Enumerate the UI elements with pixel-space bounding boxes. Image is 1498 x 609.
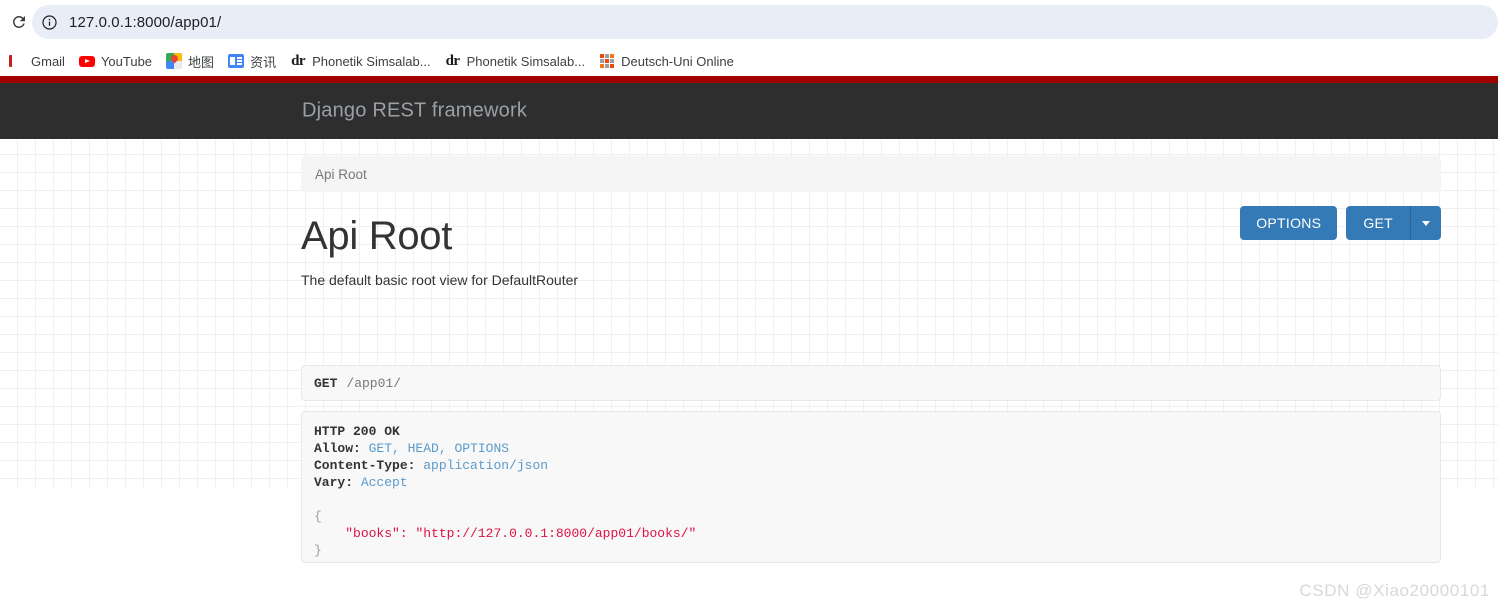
accent-stripe bbox=[0, 76, 1498, 83]
address-bar[interactable]: 127.0.0.1:8000/app01/ bbox=[32, 5, 1498, 39]
json-close-brace: } bbox=[314, 543, 322, 558]
dr-icon: dr bbox=[291, 52, 306, 69]
bookmark-maps[interactable]: 地图 bbox=[159, 49, 221, 73]
navbar-brand[interactable]: Django REST framework bbox=[302, 100, 527, 123]
bookmark-label: YouTube bbox=[100, 53, 153, 69]
grid-squares-icon bbox=[599, 53, 615, 69]
request-path: /app01/ bbox=[346, 375, 402, 391]
bookmark-phonetik-simsalab-2[interactable]: dr Phonetik Simsalab... bbox=[438, 49, 593, 73]
bookmark-label: 资讯 bbox=[250, 54, 277, 70]
request-method: GET bbox=[314, 375, 338, 391]
bookmark-gmail[interactable]: Gmail bbox=[2, 49, 72, 73]
response-header-value: Accept bbox=[360, 475, 408, 490]
reload-icon bbox=[12, 15, 25, 28]
json-key-books: "books": bbox=[345, 526, 408, 541]
dr-icon: dr bbox=[445, 52, 461, 69]
watermark: CSDN @Xiao20000101 bbox=[1299, 581, 1490, 600]
site-navbar: Django REST framework bbox=[0, 83, 1498, 139]
page-viewport: Django REST framework Api Root OPTIONS G… bbox=[0, 76, 1498, 609]
bookmark-news[interactable]: 资讯 bbox=[221, 49, 283, 73]
page-description: The default basic root view for DefaultR… bbox=[301, 272, 579, 288]
info-circle-icon bbox=[41, 14, 57, 30]
json-value-books-url[interactable]: "http://127.0.0.1:8000/app01/books/" bbox=[415, 526, 696, 541]
response-header-value: GET, HEAD, OPTIONS bbox=[368, 441, 510, 456]
bookmark-label: 地图 bbox=[188, 54, 215, 70]
google-maps-icon bbox=[166, 53, 183, 69]
breadcrumb-item-api-root[interactable]: Api Root bbox=[315, 167, 367, 182]
response-header-name: Vary: bbox=[314, 475, 354, 490]
site-info-button[interactable] bbox=[34, 7, 64, 37]
bookmark-label: Deutsch-Uni Online bbox=[621, 53, 734, 69]
json-open-brace: { bbox=[314, 509, 322, 524]
bookmark-phonetik-simsalab-1[interactable]: dr Phonetik Simsalab... bbox=[283, 49, 438, 73]
response-header-value: application/json bbox=[423, 458, 549, 473]
youtube-icon bbox=[78, 53, 95, 69]
page-header: Api Root bbox=[301, 216, 1441, 266]
bookmark-label: Phonetik Simsalab... bbox=[466, 53, 586, 69]
url-text[interactable]: 127.0.0.1:8000/app01/ bbox=[69, 14, 221, 31]
bookmark-youtube[interactable]: YouTube bbox=[72, 49, 159, 73]
browser-chrome: 127.0.0.1:8000/app01/ Gmail YouTube 地图 资… bbox=[0, 0, 1498, 76]
reload-button[interactable] bbox=[4, 7, 34, 37]
content-container: Api Root OPTIONS GET Api Root The defaul… bbox=[0, 139, 1498, 609]
google-news-icon bbox=[228, 53, 245, 69]
browser-toolbar: 127.0.0.1:8000/app01/ bbox=[0, 0, 1498, 44]
bookmarks-bar: Gmail YouTube 地图 资讯 dr Phonetik Simsalab… bbox=[0, 46, 1498, 76]
response-header-name: Content-Type: bbox=[314, 458, 416, 473]
response-status-line: HTTP 200 OK bbox=[314, 424, 400, 439]
gmail-icon bbox=[9, 53, 25, 69]
request-info: GET /app01/ bbox=[301, 365, 1441, 401]
bookmark-label: Gmail bbox=[31, 53, 65, 69]
bookmark-label: Phonetik Simsalab... bbox=[312, 53, 431, 69]
response-panel: HTTP 200 OK Allow: GET, HEAD, OPTIONS Co… bbox=[301, 411, 1441, 563]
page-title: Api Root bbox=[301, 214, 453, 258]
bookmark-deutsch-uni-online[interactable]: Deutsch-Uni Online bbox=[592, 49, 741, 73]
response-header-name: Allow: bbox=[314, 441, 361, 456]
breadcrumb: Api Root bbox=[301, 156, 1441, 192]
